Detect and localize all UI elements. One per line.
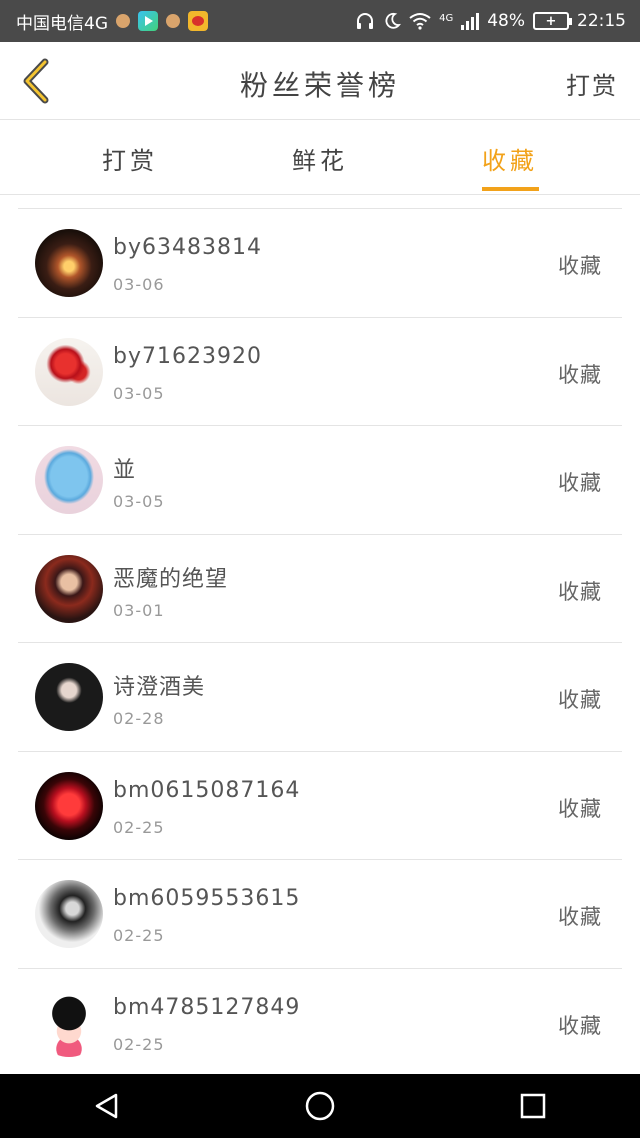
back-triangle-icon (95, 1093, 117, 1119)
fan-list: by63483814 03-06 收藏 by71623920 03-05 收藏 … (18, 208, 622, 1077)
header-bar: 粉丝荣誉榜 打赏 (0, 42, 640, 120)
clock: 22:15 (577, 11, 626, 31)
status-right: 4G 48% + 22:15 (355, 11, 626, 31)
avatar[interactable] (35, 663, 103, 731)
user-name: bm6059553615 (113, 886, 301, 911)
action-label: 收藏 (558, 796, 602, 821)
avatar[interactable] (35, 554, 103, 623)
action-label: 收藏 (558, 254, 602, 278)
tab-favorites[interactable]: 收藏 (450, 141, 570, 176)
status-left: 中国电信4G (16, 9, 208, 34)
tab-flowers[interactable]: 鲜花 (260, 141, 380, 176)
user-name: by71623920 (113, 343, 262, 369)
home-circle-icon (305, 1091, 335, 1121)
signal-icon (461, 12, 480, 30)
date-label: 03-01 (113, 600, 165, 620)
action-label: 收藏 (558, 362, 602, 387)
tab-reward[interactable]: 打赏 (70, 141, 190, 176)
date-label: 02-28 (113, 709, 165, 728)
date-label: 03-06 (113, 275, 165, 294)
nav-recents-button[interactable] (503, 1076, 563, 1136)
date-label: 03-05 (113, 492, 165, 511)
notification-icon (166, 14, 180, 28)
weibo-icon (188, 11, 208, 31)
date-label: 02-25 (113, 817, 165, 837)
avatar[interactable] (35, 988, 103, 1057)
list-item[interactable]: bm6059553615 02-25 收藏 (18, 860, 622, 969)
nav-back-button[interactable] (77, 1076, 137, 1136)
carrier-label: 中国电信4G (16, 13, 108, 34)
notification-icon (116, 14, 130, 28)
user-name: by63483814 (113, 235, 262, 260)
battery-percent: 48% (487, 11, 525, 31)
reward-button[interactable]: 打赏 (566, 66, 618, 101)
list-item[interactable]: 诗澄酒美 02-28 收藏 (18, 643, 622, 752)
action-label: 收藏 (558, 905, 602, 929)
avatar[interactable] (35, 229, 103, 297)
avatar[interactable] (35, 880, 103, 948)
avatar[interactable] (35, 771, 103, 840)
user-name: 诗澄酒美 (113, 675, 206, 700)
avatar[interactable] (35, 446, 103, 514)
wifi-icon (409, 13, 431, 30)
nav-home-button[interactable] (290, 1076, 350, 1136)
user-name: 並 (113, 458, 137, 483)
action-label: 收藏 (558, 1013, 602, 1038)
user-name: 恶魔的绝望 (113, 566, 229, 592)
date-label: 03-05 (113, 383, 165, 403)
date-label: 02-25 (113, 1034, 165, 1054)
battery-icon: + (533, 12, 572, 30)
moon-icon (385, 12, 402, 29)
list-item[interactable]: by71623920 03-05 收藏 (18, 318, 622, 426)
network-type-label: 4G (439, 13, 454, 24)
date-label: 02-25 (113, 926, 165, 945)
page-title: 粉丝荣誉榜 (239, 69, 400, 102)
active-tab-indicator (482, 187, 539, 191)
video-app-icon (138, 11, 158, 31)
status-bar: 中国电信4G 4G 48% + 22:15 (0, 0, 640, 42)
list-item[interactable]: bm4785127849 02-25 收藏 (18, 969, 622, 1077)
tab-bar: 打赏 鲜花 收藏 (0, 121, 640, 195)
user-name: bm4785127849 (113, 994, 301, 1020)
action-label: 收藏 (558, 688, 602, 712)
list-item[interactable]: 並 03-05 收藏 (18, 426, 622, 535)
system-nav-bar (0, 1074, 640, 1138)
recents-square-icon (521, 1093, 546, 1119)
user-name: bm0615087164 (113, 777, 301, 803)
list-item[interactable]: bm0615087164 02-25 收藏 (18, 752, 622, 860)
avatar[interactable] (35, 337, 103, 406)
action-label: 收藏 (558, 471, 602, 495)
action-label: 收藏 (558, 579, 602, 604)
headphones-icon (357, 13, 374, 29)
list-item[interactable]: 恶魔的绝望 03-01 收藏 (18, 535, 622, 643)
list-item[interactable]: by63483814 03-06 收藏 (18, 209, 622, 318)
